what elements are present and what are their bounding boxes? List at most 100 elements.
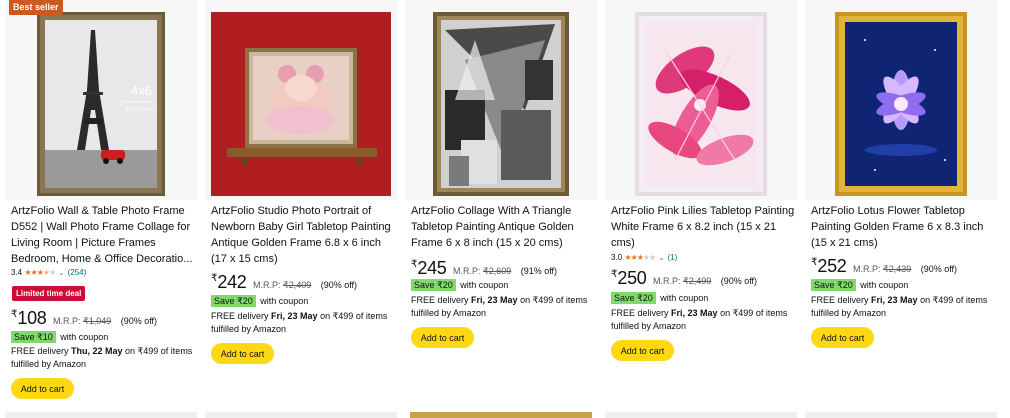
product-card[interactable]: ArtzFolio Collage With A Triangle Tablet… [405, 0, 597, 410]
price-amount: 252 [817, 256, 847, 276]
product-image[interactable] [405, 0, 597, 200]
coupon-row[interactable]: Save ₹20 with coupon [211, 295, 308, 307]
coupon-text: with coupon [660, 293, 709, 303]
delivery-date: Fri, 23 May [871, 295, 918, 305]
mrp-value: ₹2,609 [483, 266, 512, 276]
coupon-text: with coupon [260, 296, 309, 306]
product-card[interactable]: 4x6 Photo print size ARTZFOLIO Best sell… [5, 0, 197, 410]
collage-triangle-frame-image [433, 12, 569, 196]
delivery-prefix: FREE delivery [211, 311, 272, 321]
lotus-flower-frame-image [835, 12, 967, 196]
delivery-prefix: FREE delivery [11, 346, 72, 356]
delivery-info: FREE delivery Fri, 23 May on ₹499 of ite… [211, 310, 397, 336]
image-brand-text: ARTZFOLIO [125, 107, 153, 113]
limited-time-deal-badge: Limited time deal [12, 286, 86, 301]
product-image[interactable] [605, 0, 797, 200]
mrp-label: M.R.P: [452, 266, 481, 276]
delivery-prefix: FREE delivery [411, 295, 472, 305]
add-to-cart-button[interactable]: Add to cart [11, 378, 74, 399]
delivery-info: FREE delivery Fri, 23 May on ₹499 of ite… [811, 294, 997, 320]
discount-percent: (91% off) [520, 266, 558, 276]
coupon-text: with coupon [460, 280, 509, 290]
coupon-save-badge[interactable]: Save ₹10 [11, 331, 56, 343]
product-image[interactable] [805, 0, 997, 200]
price-row: ₹108 M.R.P: ₹1,049 (90% off) [11, 308, 157, 329]
add-to-cart-button[interactable]: Add to cart [211, 343, 274, 364]
rating-value: 3.0 [611, 253, 623, 262]
mrp-value: ₹2,499 [683, 276, 712, 286]
price-row: ₹252 M.R.P: ₹2,439 (90% off) [811, 256, 957, 277]
delivery-date: Fri, 23 May [271, 311, 318, 321]
coupon-row[interactable]: Save ₹10 with coupon [11, 331, 108, 343]
best-seller-badge: Best seller [9, 0, 63, 15]
price-amount: 250 [617, 268, 647, 288]
pink-lilies-frame-image [635, 12, 767, 196]
add-to-cart-button[interactable]: Add to cart [411, 327, 474, 348]
add-to-cart-button[interactable]: Add to cart [611, 340, 674, 361]
price-row: ₹250 M.R.P: ₹2,499 (90% off) [611, 268, 757, 289]
product-title-link[interactable]: ArtzFolio Lotus Flower Tabletop Painting… [811, 203, 995, 251]
image-caption-text: Photo print size [123, 99, 151, 104]
delivery-prefix: FREE delivery [611, 308, 672, 318]
mrp-label: M.R.P: [652, 276, 681, 286]
delivery-info: FREE delivery Fri, 23 May on ₹499 of ite… [611, 307, 797, 333]
star-rating-icon: ★★★★★ [624, 253, 656, 262]
coupon-save-badge[interactable]: Save ₹20 [811, 279, 856, 291]
product-title-link[interactable]: ArtzFolio Pink Lilies Tabletop Painting … [611, 203, 795, 251]
delivery-info: FREE delivery Fri, 23 May on ₹499 of ite… [411, 294, 597, 320]
rating-row[interactable]: 3.4 ★★★★★ ⌄ (254) [11, 268, 86, 279]
delivery-date: Fri, 23 May [471, 295, 518, 305]
review-count-link[interactable]: (254) [68, 268, 87, 277]
rating-value: 3.4 [11, 268, 23, 277]
mrp-value: ₹1,049 [83, 316, 112, 326]
chevron-down-icon[interactable]: ⌄ [58, 270, 64, 277]
mrp-value: ₹2,439 [883, 264, 912, 274]
coupon-text: with coupon [60, 332, 109, 342]
review-count-link[interactable]: (1) [668, 253, 678, 262]
product-image[interactable]: 4x6 Photo print size ARTZFOLIO Best sell… [5, 0, 197, 200]
price-amount: 108 [17, 308, 47, 328]
price-amount: 245 [417, 258, 447, 278]
delivery-info: FREE delivery Thu, 22 May on ₹499 of ite… [11, 345, 197, 371]
product-card[interactable]: ArtzFolio Pink Lilies Tabletop Painting … [605, 0, 797, 410]
star-rating-icon: ★★★★★ [24, 268, 56, 277]
baby-portrait-frame-image [211, 12, 391, 196]
price-row: ₹242 M.R.P: ₹2,409 (90% off) [211, 272, 357, 293]
coupon-row[interactable]: Save ₹20 with coupon [811, 279, 908, 291]
next-row-card-edge [5, 412, 197, 418]
price-amount: 242 [217, 272, 247, 292]
eiffel-tower-frame-image: 4x6 Photo print size ARTZFOLIO [37, 12, 165, 196]
product-title-link[interactable]: ArtzFolio Collage With A Triangle Tablet… [411, 203, 595, 251]
mrp-value: ₹2,409 [283, 280, 312, 290]
discount-percent: (90% off) [920, 264, 958, 274]
next-row-card-edge [205, 412, 397, 418]
coupon-text: with coupon [860, 280, 909, 290]
next-row-card-edge [805, 412, 997, 418]
image-size-text: 4x6 [131, 83, 152, 98]
delivery-prefix: FREE delivery [811, 295, 872, 305]
product-title-link[interactable]: ArtzFolio Studio Photo Portrait of Newbo… [211, 203, 395, 267]
coupon-row[interactable]: Save ₹20 with coupon [611, 292, 708, 304]
discount-percent: (90% off) [720, 276, 758, 286]
mrp-label: M.R.P: [252, 280, 281, 290]
price-row: ₹245 M.R.P: ₹2,609 (91% off) [411, 258, 557, 279]
delivery-date: Thu, 22 May [71, 346, 123, 356]
delivery-date: Fri, 23 May [671, 308, 718, 318]
discount-percent: (90% off) [320, 280, 358, 290]
add-to-cart-button[interactable]: Add to cart [811, 327, 874, 348]
rating-row[interactable]: 3.0 ★★★★★ ⌄ (1) [611, 253, 677, 264]
coupon-save-badge[interactable]: Save ₹20 [411, 279, 456, 291]
chevron-down-icon[interactable]: ⌄ [658, 255, 664, 262]
coupon-save-badge[interactable]: Save ₹20 [211, 295, 256, 307]
coupon-save-badge[interactable]: Save ₹20 [611, 292, 656, 304]
mrp-label: M.R.P: [52, 316, 81, 326]
product-title-link[interactable]: ArtzFolio Wall & Table Photo Frame D552 … [11, 203, 195, 267]
next-row-card-edge [410, 412, 592, 418]
discount-percent: (90% off) [120, 316, 158, 326]
product-image[interactable] [205, 0, 397, 200]
product-card[interactable]: ArtzFolio Lotus Flower Tabletop Painting… [805, 0, 997, 410]
mrp-label: M.R.P: [852, 264, 881, 274]
product-card[interactable]: ArtzFolio Studio Photo Portrait of Newbo… [205, 0, 397, 410]
next-row-card-edge [605, 412, 797, 418]
coupon-row[interactable]: Save ₹20 with coupon [411, 279, 508, 291]
